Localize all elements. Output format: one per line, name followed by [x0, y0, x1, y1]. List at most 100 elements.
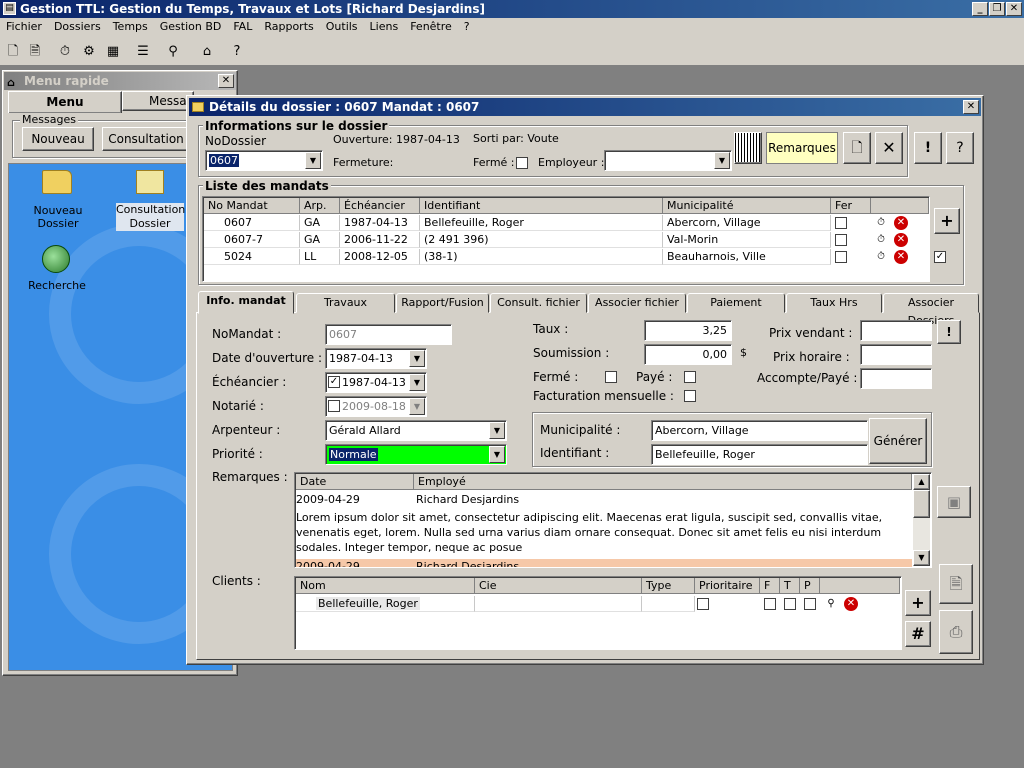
echeancier-field[interactable]: ✓ 1987-04-13 ▼	[325, 372, 427, 393]
scroll-up-arrow[interactable]: ▲	[913, 474, 930, 490]
delete-icon[interactable]: ✕	[894, 233, 908, 247]
scroll-down-arrow[interactable]: ▼	[913, 550, 930, 566]
alert-icon[interactable]: !	[914, 132, 942, 164]
notarie-field[interactable]: 2009-08-18 ▼	[325, 396, 427, 417]
municipalite-field[interactable]: Abercorn, Village	[651, 420, 868, 441]
delete-icon[interactable]: ✕	[894, 250, 908, 264]
tab-taux-hrs[interactable]: Taux Hrs	[786, 293, 882, 313]
notarie-checkbox[interactable]	[328, 400, 340, 412]
tab-associer-fichier[interactable]: Associer fichier	[588, 293, 686, 313]
menu-liens[interactable]: Liens	[364, 18, 405, 36]
restore-button[interactable]: ❐	[989, 2, 1005, 16]
menu-help[interactable]: ?	[458, 18, 476, 36]
select-all-checkbox[interactable]: ✓	[934, 251, 946, 263]
menu-rapports[interactable]: Rapports	[258, 18, 319, 36]
col-date[interactable]: Date	[296, 474, 414, 490]
barcode-icon[interactable]	[734, 132, 762, 164]
main-title-bar[interactable]: ▤ Gestion TTL: Gestion du Temps, Travaux…	[0, 0, 1024, 18]
arpenteur-select[interactable]: Gérald Allard ▼	[325, 420, 507, 441]
tab-associer-dossiers[interactable]: Associer Dossiers	[883, 293, 979, 327]
col-t[interactable]: T	[780, 578, 800, 594]
fer-checkbox[interactable]	[835, 251, 847, 263]
facturation-checkbox[interactable]	[684, 390, 696, 402]
f-checkbox[interactable]	[764, 598, 776, 610]
chevron-down-icon[interactable]: ▼	[489, 422, 505, 439]
col-identifiant[interactable]: Identifiant	[420, 198, 663, 214]
alert-small-icon[interactable]: !	[937, 320, 961, 344]
quick-menu-title-bar[interactable]: ⌂ Menu rapide ✕	[4, 72, 236, 90]
menu-dossiers[interactable]: Dossiers	[48, 18, 107, 36]
col-type[interactable]: Type	[642, 578, 695, 594]
quick-tab-messages[interactable]: Messa	[122, 91, 194, 111]
nouveau-dossier-label[interactable]: Nouveau Dossier	[12, 204, 104, 230]
ferme-mandat-checkbox[interactable]	[605, 371, 617, 383]
consultation-button[interactable]: Consultation	[102, 127, 190, 151]
chevron-down-icon[interactable]: ▼	[714, 152, 730, 169]
help-bulb-icon[interactable]: ?	[946, 132, 974, 164]
quick-menu-close-button[interactable]: ✕	[218, 74, 234, 88]
add-client-button[interactable]: +	[905, 590, 931, 616]
col-municipalite[interactable]: Municipalité	[663, 198, 831, 214]
save-disk-icon[interactable]: ▣	[937, 486, 971, 518]
building-icon[interactable]: ⌂	[196, 42, 218, 64]
document-search-icon[interactable]: 🗎	[939, 564, 973, 604]
scroll-thumb[interactable]	[913, 490, 930, 518]
col-employe[interactable]: Employé	[414, 474, 912, 490]
col-fer[interactable]: Fer	[831, 198, 871, 214]
tab-consult-fichier[interactable]: Consult. fichier	[490, 293, 587, 313]
prix-horaire-field[interactable]	[860, 344, 932, 365]
help-icon[interactable]: ?	[226, 42, 248, 64]
nomandat-field[interactable]: 0607	[325, 324, 452, 345]
p-checkbox[interactable]	[804, 598, 816, 610]
col-nom[interactable]: Nom	[296, 578, 475, 594]
nouveau-button[interactable]: Nouveau	[22, 127, 94, 151]
binoculars-icon[interactable]: ⚲	[162, 42, 184, 64]
timer-icon[interactable]: ⏱	[54, 42, 76, 64]
new-document-icon[interactable]: 🗋	[2, 42, 24, 64]
tab-travaux[interactable]: Travaux	[296, 293, 395, 313]
soumission-field[interactable]: 0,00	[644, 344, 732, 365]
dossier-close-button[interactable]: ✕	[963, 100, 979, 114]
document-icon[interactable]: 🗋	[843, 132, 871, 164]
col-no-mandat[interactable]: No Mandat	[204, 198, 300, 214]
date-ouverture-field[interactable]: 1987-04-13 ▼	[325, 348, 427, 369]
recherche-label[interactable]: Recherche	[16, 279, 98, 292]
prioritaire-checkbox[interactable]	[697, 598, 709, 610]
timer-icon[interactable]: ⏱	[874, 250, 888, 264]
identifiant-field[interactable]: Bellefeuille, Roger	[651, 444, 868, 465]
hash-button[interactable]: #	[905, 621, 931, 647]
timer-icon[interactable]: ⏱	[874, 233, 888, 247]
employeur-select[interactable]: ▼	[604, 150, 732, 171]
minimize-button[interactable]: _	[972, 2, 988, 16]
remarques-button[interactable]: Remarques	[766, 132, 838, 164]
remark-item[interactable]: 2009-04-29 Richard Desjardins	[296, 559, 912, 567]
print-doc-icon[interactable]: ⎙	[939, 610, 973, 654]
delete-icon[interactable]: ✕	[894, 216, 908, 230]
print-preview-icon[interactable]: 🗎	[24, 42, 46, 64]
menu-fenetre[interactable]: Fenêtre	[404, 18, 458, 36]
tab-info-mandat[interactable]: Info. mandat	[198, 291, 294, 314]
col-prioritaire[interactable]: Prioritaire	[695, 578, 760, 594]
col-f[interactable]: F	[760, 578, 780, 594]
close-button[interactable]: ✕	[1006, 2, 1022, 16]
ferme-checkbox[interactable]	[516, 157, 528, 169]
echeancier-checkbox[interactable]: ✓	[328, 376, 340, 388]
col-echeancier[interactable]: Échéancier	[340, 198, 420, 214]
tab-paiement[interactable]: Paiement	[687, 293, 785, 313]
t-checkbox[interactable]	[784, 598, 796, 610]
col-cie[interactable]: Cie	[475, 578, 642, 594]
timer-icon[interactable]: ⏱	[874, 216, 888, 230]
menu-temps[interactable]: Temps	[107, 18, 154, 36]
menu-fal[interactable]: FAL	[227, 18, 258, 36]
col-arp[interactable]: Arp.	[300, 198, 340, 214]
delete-icon[interactable]: ✕	[844, 597, 858, 611]
folder-icon[interactable]	[42, 170, 72, 194]
chevron-down-icon[interactable]: ▼	[409, 350, 425, 367]
taux-field[interactable]: 3,25	[644, 320, 732, 341]
nodossier-select[interactable]: 0607 ▼	[205, 150, 323, 171]
globe-search-icon[interactable]	[42, 245, 70, 273]
add-mandat-button[interactable]: +	[934, 208, 960, 234]
menu-fichier[interactable]: Fichier	[0, 18, 48, 36]
consultation-folder-icon[interactable]	[136, 170, 164, 194]
calendar-icon[interactable]: ▦	[102, 42, 124, 64]
